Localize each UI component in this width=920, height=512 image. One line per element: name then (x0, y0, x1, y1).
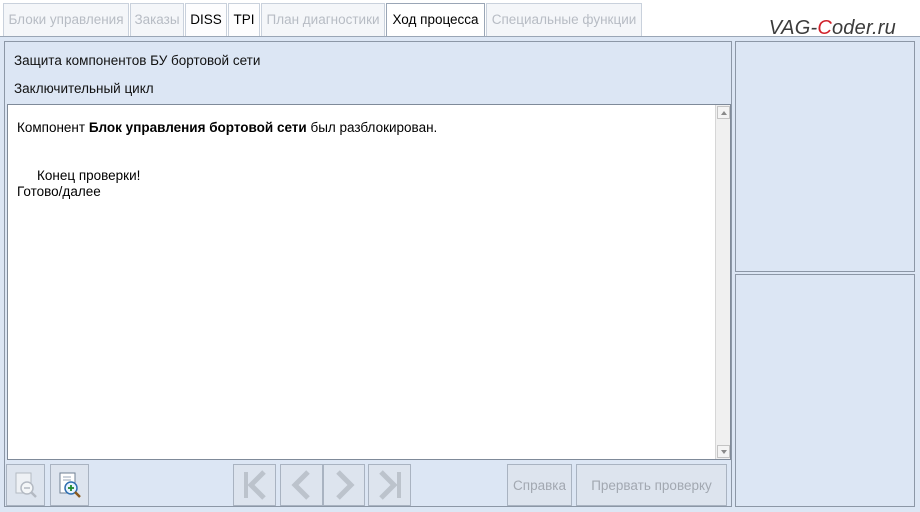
abort-test-button[interactable]: Прервать проверку (576, 464, 727, 506)
last-page-button[interactable] (368, 464, 411, 506)
prev-page-button[interactable] (280, 464, 323, 506)
right-panel-top (735, 41, 915, 272)
arrow-down-icon (720, 449, 727, 454)
end-of-test-text: Конец проверки! (37, 168, 141, 183)
unlock-message: Компонент Блок управления бортовой сети … (17, 120, 438, 135)
component-name: Блок управления бортовой сети (88, 120, 307, 135)
tab-control-units[interactable]: Блоки управления (3, 3, 129, 36)
zoom-out-icon (15, 472, 37, 498)
zoom-out-button[interactable] (6, 464, 45, 506)
prev-page-icon (290, 470, 310, 500)
tab-process[interactable]: Ход процесса (386, 3, 485, 37)
zoom-in-button[interactable] (50, 464, 89, 506)
output-content: Компонент Блок управления бортовой сети … (17, 120, 707, 200)
next-page-button[interactable] (323, 464, 365, 506)
first-page-icon (243, 470, 266, 500)
last-page-icon (378, 470, 401, 500)
ready-next-text: Готово/далее (17, 184, 101, 199)
right-panel-bottom (735, 274, 915, 507)
tab-special-functions[interactable]: Специальные функции (486, 3, 642, 36)
zoom-in-icon (59, 472, 81, 498)
process-subtitle: Заключительный цикл (14, 81, 154, 96)
tab-diagnostic-plan[interactable]: План диагностики (261, 3, 385, 36)
process-pane: Защита компонентов БУ бортовой сети Закл… (4, 41, 732, 507)
tab-tpi[interactable]: TPI (228, 3, 260, 36)
arrow-up-icon (720, 110, 727, 115)
help-button[interactable]: Справка (507, 464, 572, 506)
vertical-scrollbar[interactable] (715, 105, 730, 459)
tab-orders[interactable]: Заказы (130, 3, 184, 36)
tab-divider (0, 36, 920, 37)
tab-diss[interactable]: DISS (185, 3, 227, 36)
scroll-up-button[interactable] (717, 106, 730, 119)
first-page-button[interactable] (233, 464, 276, 506)
tab-bar: Блоки управления Заказы DISS TPI План ди… (0, 0, 920, 39)
process-title: Защита компонентов БУ бортовой сети (14, 53, 261, 68)
next-page-icon (336, 470, 355, 500)
output-text-area[interactable]: Компонент Блок управления бортовой сети … (7, 104, 731, 460)
scroll-down-button[interactable] (717, 445, 730, 458)
